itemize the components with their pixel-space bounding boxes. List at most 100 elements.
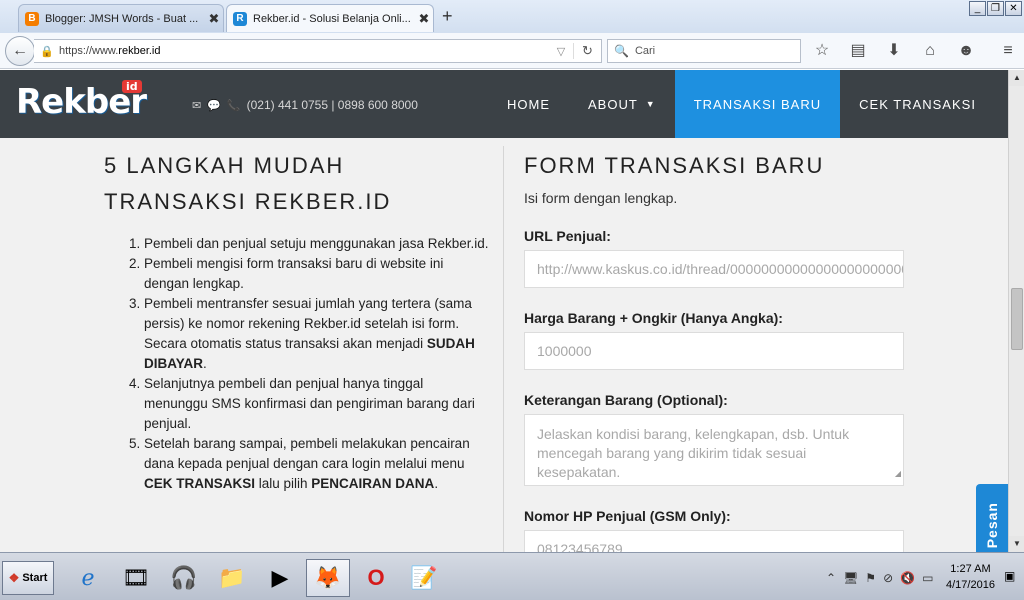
show-desktop-icon[interactable]: ▣ [1004, 569, 1015, 583]
windows-flag-icon: ❖ [8, 571, 20, 585]
scroll-down-icon[interactable]: ▼ [1009, 536, 1024, 552]
menu-item-about[interactable]: ABOUT ▼ [569, 70, 675, 138]
main-menu: HOME ABOUT ▼ TRANSAKSI BARU CEK TRANSAKSI [488, 70, 995, 138]
reading-list-icon[interactable]: ▤ [846, 40, 870, 62]
logo-badge: id [122, 80, 142, 93]
search-bar[interactable]: 🔍 Cari [607, 39, 801, 63]
contact-numbers: (021) 441 0755 | 0898 600 8000 [246, 98, 418, 112]
tab-title: Blogger: JMSH Words - Buat ... [45, 12, 199, 25]
tray-clock[interactable]: 1:27 AM 4/17/2016 [946, 561, 995, 593]
flag-alert-icon[interactable]: ⚑ [865, 571, 876, 585]
opera-icon[interactable]: O [354, 559, 398, 597]
url-bar[interactable]: 🔒 https://www.rekber.id ▽ ↻ [34, 39, 602, 63]
step-item: Pembeli mengisi form transaksi baru di w… [144, 254, 490, 294]
menu-label: TRANSAKSI BARU [693, 96, 822, 112]
url-dropdown-icon[interactable]: ▽ [549, 45, 573, 58]
step-emphasis: PENCAIRAN DANA [311, 476, 435, 491]
url-prefix: https://www. [59, 45, 119, 57]
close-window-button[interactable]: ✕ [1005, 1, 1022, 16]
start-button[interactable]: ❖ Start [2, 561, 54, 595]
tab-title: Rekber.id - Solusi Belanja Onli... [253, 12, 411, 25]
reload-icon[interactable]: ↻ [573, 43, 601, 59]
maximize-button[interactable]: ❐ [987, 1, 1004, 16]
vertical-scrollbar[interactable]: ▲ ▼ [1008, 70, 1024, 552]
device-icon[interactable]: 🖥 [843, 571, 858, 585]
notepad-icon[interactable]: 📝 [402, 559, 446, 597]
price-input[interactable]: 1000000 [524, 332, 904, 370]
chevron-down-icon: ▼ [645, 99, 656, 109]
chat-bubble-icon: 💬 [207, 99, 221, 112]
start-label: Start [22, 572, 48, 584]
step-text: . [203, 356, 207, 371]
menu-item-transaksi-baru[interactable]: TRANSAKSI BARU [674, 70, 841, 138]
lock-icon: 🔒 [40, 45, 54, 58]
menu-label: HOME [507, 96, 550, 112]
home-icon[interactable]: ⌂ [918, 40, 942, 62]
page-content: 5 LANGKAH MUDAH TRANSAKSI REKBER.ID Pemb… [0, 138, 1008, 552]
folder-icon[interactable]: 📁 [210, 559, 254, 597]
video-player-icon[interactable]: ▶ [258, 559, 302, 597]
volume-muted-icon[interactable]: 🔇 [900, 571, 915, 585]
taskbar: ❖ Start ℯ 🎞 🎧 📁 ▶ 🦊 O 📝 ⌃ 🖥 ⚑ ⊘ 🔇 ▭ 1:27 … [0, 552, 1024, 600]
browser-tabbar: B Blogger: JMSH Words - Buat ... ✖ R Rek… [0, 0, 1024, 33]
url-domain: rekber.id [118, 45, 161, 57]
kirim-pesan-label: Kirim Pesan [984, 502, 1000, 552]
phone-icon: 📞 [226, 99, 241, 112]
resize-grip-icon[interactable]: ◢ [895, 464, 901, 483]
step-text: Pembeli mentransfer sesuai jumlah yang t… [144, 296, 472, 351]
monitor-icon[interactable]: ▭ [922, 571, 933, 585]
url-label: URL Penjual: [524, 228, 611, 244]
media-player-icon[interactable]: 🎞 [114, 559, 158, 597]
notes-label: Keterangan Barang (Optional): [524, 392, 728, 408]
minimize-button[interactable]: _ [969, 1, 986, 16]
search-icon: 🔍 [614, 44, 629, 58]
site-header: Rekber id ✉ 💬 📞 (021) 441 0755 | 0898 60… [0, 70, 1008, 138]
new-tab-button[interactable]: + [442, 6, 453, 27]
close-tab-icon[interactable]: ✖ [415, 11, 433, 27]
step-item: Pembeli dan penjual setuju menggunakan j… [144, 234, 490, 254]
step-item: Selanjutnya pembeli dan penjual hanya ti… [144, 374, 490, 434]
form-intro: Isi form dengan lengkap. [524, 190, 678, 206]
steps-section: 5 LANGKAH MUDAH TRANSAKSI REKBER.ID Pemb… [104, 148, 490, 494]
internet-explorer-icon[interactable]: ℯ [66, 559, 110, 597]
close-tab-icon[interactable]: ✖ [205, 11, 223, 27]
clock-time: 1:27 AM [950, 563, 991, 575]
steps-heading-line1: 5 LANGKAH MUDAH [104, 153, 345, 178]
firefox-icon[interactable]: 🦊 [306, 559, 350, 597]
menu-item-cek-transaksi[interactable]: CEK TRANSAKSI [840, 70, 995, 138]
notes-textarea[interactable]: Jelaskan kondisi barang, kelengkapan, ds… [524, 414, 904, 486]
menu-item-home[interactable]: HOME [488, 70, 569, 138]
scroll-thumb[interactable] [1011, 288, 1023, 350]
download-icon[interactable]: ⬇ [882, 40, 906, 62]
web-page: Rekber id ✉ 💬 📞 (021) 441 0755 | 0898 60… [0, 70, 1008, 552]
menu-label: ABOUT [588, 96, 638, 112]
clock-date: 4/17/2016 [946, 579, 995, 591]
phone-label: Nomor HP Penjual (GSM Only): [524, 508, 731, 524]
notes-placeholder: Jelaskan kondisi barang, kelengkapan, ds… [537, 426, 850, 480]
window-controls: _ ❐ ✕ [969, 1, 1022, 16]
chat-icon[interactable]: ☻ [954, 40, 978, 62]
seller-url-input[interactable]: http://www.kaskus.co.id/thread/000000000… [524, 250, 904, 288]
bookmark-star-icon[interactable]: ☆ [810, 40, 834, 62]
kirim-pesan-button[interactable]: Kirim Pesan [976, 484, 1008, 552]
steps-heading: 5 LANGKAH MUDAH TRANSAKSI REKBER.ID [104, 148, 490, 220]
contact-info: ✉ 💬 📞 (021) 441 0755 | 0898 600 8000 [192, 98, 418, 112]
steps-heading-line2: TRANSAKSI REKBER.ID [104, 189, 392, 214]
menu-icon[interactable]: ≡ [996, 40, 1020, 62]
step-item: Pembeli mentransfer sesuai jumlah yang t… [144, 294, 490, 374]
envelope-icon: ✉ [192, 99, 202, 112]
rekber-logo[interactable]: Rekber id [16, 80, 147, 122]
rekber-icon: R [233, 11, 247, 26]
phone-input[interactable]: 08123456789 [524, 530, 904, 552]
blogger-icon: B [25, 11, 39, 26]
tab-rekber[interactable]: R Rekber.id - Solusi Belanja Onli... ✖ [226, 4, 434, 32]
url-text[interactable]: https://www.rekber.id [59, 45, 549, 57]
back-button[interactable]: ← [5, 36, 35, 66]
network-blocked-icon[interactable]: ⊘ [883, 571, 893, 585]
tray-expand-icon[interactable]: ⌃ [826, 571, 836, 585]
audio-app-icon[interactable]: 🎧 [162, 559, 206, 597]
form-heading: FORM TRANSAKSI BARU [524, 153, 825, 178]
tab-blogger[interactable]: B Blogger: JMSH Words - Buat ... ✖ [18, 4, 224, 32]
steps-list: Pembeli dan penjual setuju menggunakan j… [104, 234, 490, 494]
scroll-up-icon[interactable]: ▲ [1009, 70, 1024, 86]
